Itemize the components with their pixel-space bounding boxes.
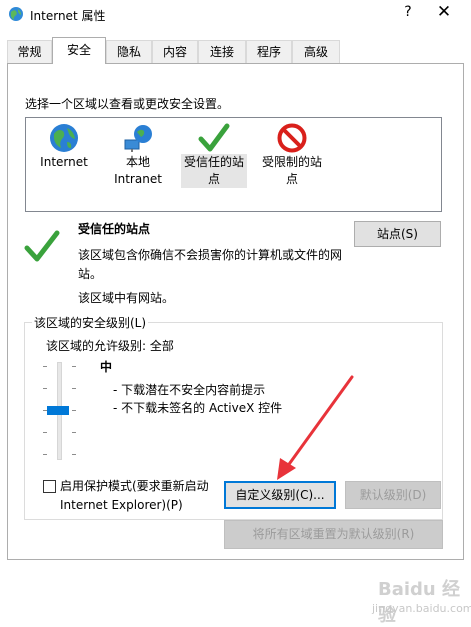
tab-security[interactable]: 安全: [52, 37, 106, 64]
watermark-url: jingyan.baidu.com: [372, 602, 471, 615]
annotation-arrow-icon: [277, 375, 354, 480]
baidu-watermark: Baidu 经验: [378, 579, 461, 626]
